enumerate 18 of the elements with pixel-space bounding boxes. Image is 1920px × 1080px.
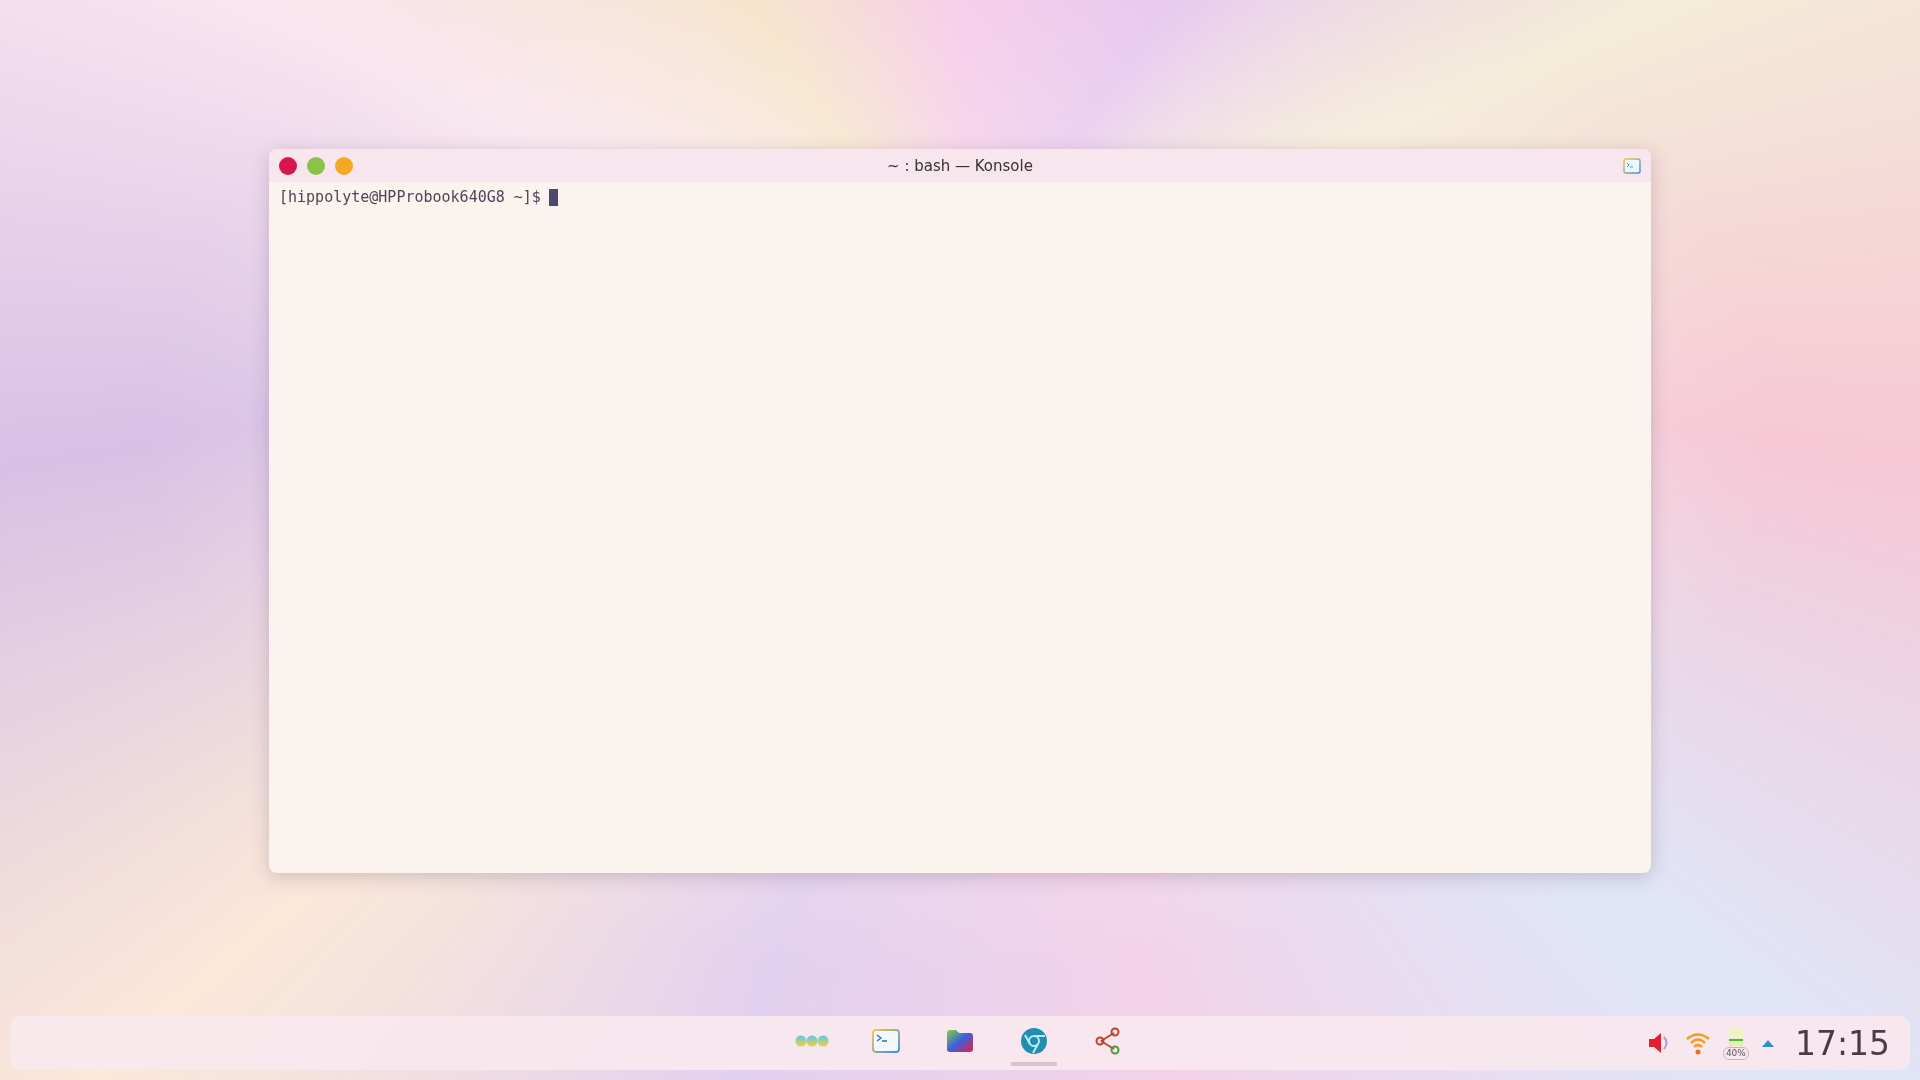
share-icon	[1094, 1027, 1122, 1055]
window-title: ~ : bash — Konsole	[886, 156, 1034, 175]
folder-icon	[946, 1029, 974, 1053]
clock[interactable]: 17:15	[1794, 1023, 1890, 1063]
terminal-icon	[1623, 157, 1641, 174]
maximize-button[interactable]	[335, 156, 353, 175]
dots-icon	[795, 1035, 829, 1047]
battery-icon	[1727, 1026, 1744, 1047]
shell-prompt: [hippolyte@HPProbook640G8 ~]$	[279, 188, 541, 206]
browser-icon	[1020, 1027, 1048, 1055]
caret-up-icon[interactable]	[1760, 1038, 1775, 1048]
minimize-button[interactable]	[307, 156, 325, 175]
battery-percentage: 40%	[1722, 1046, 1749, 1060]
wifi-icon	[1684, 1031, 1711, 1055]
terminal-icon	[872, 1029, 900, 1053]
close-button[interactable]	[279, 156, 297, 175]
text-cursor	[548, 188, 558, 206]
terminal-area[interactable]: [hippolyte@HPProbook640G8 ~]$	[269, 182, 1651, 873]
